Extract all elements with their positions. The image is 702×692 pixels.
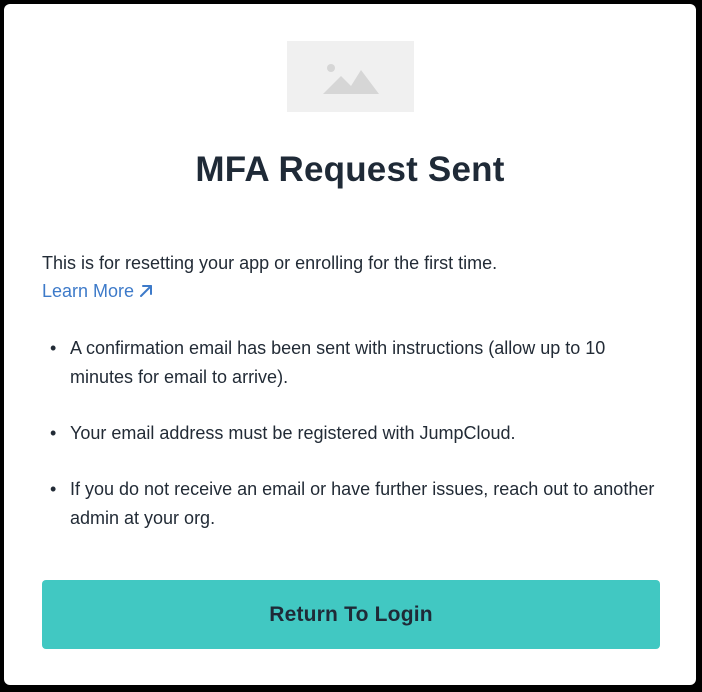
learn-more-label: Learn More <box>42 281 135 301</box>
list-item-text: If you do not receive an email or have f… <box>70 479 655 528</box>
return-to-login-button[interactable]: Return To Login <box>42 580 660 649</box>
mfa-request-card: MFA Request Sent This is for resetting y… <box>4 4 696 685</box>
bullet-dot: • <box>50 479 57 499</box>
list-item-text: Your email address must be registered wi… <box>70 423 516 443</box>
list-item: • Your email address must be registered … <box>42 419 662 448</box>
page-title: MFA Request Sent <box>195 150 505 189</box>
list-item: • If you do not receive an email or have… <box>42 475 662 533</box>
bullet-dot: • <box>50 338 57 358</box>
image-placeholder-icon <box>287 41 414 112</box>
bullet-dot: • <box>50 423 57 443</box>
list-item: • A confirmation email has been sent wit… <box>42 334 662 392</box>
list-item-text: A confirmation email has been sent with … <box>70 338 606 387</box>
learn-more-link[interactable]: Learn More <box>42 277 154 305</box>
external-link-arrow-icon <box>140 285 153 297</box>
intro-text: This is for resetting your app or enroll… <box>42 253 498 273</box>
instructions-list: • A confirmation email has been sent wit… <box>42 334 662 560</box>
